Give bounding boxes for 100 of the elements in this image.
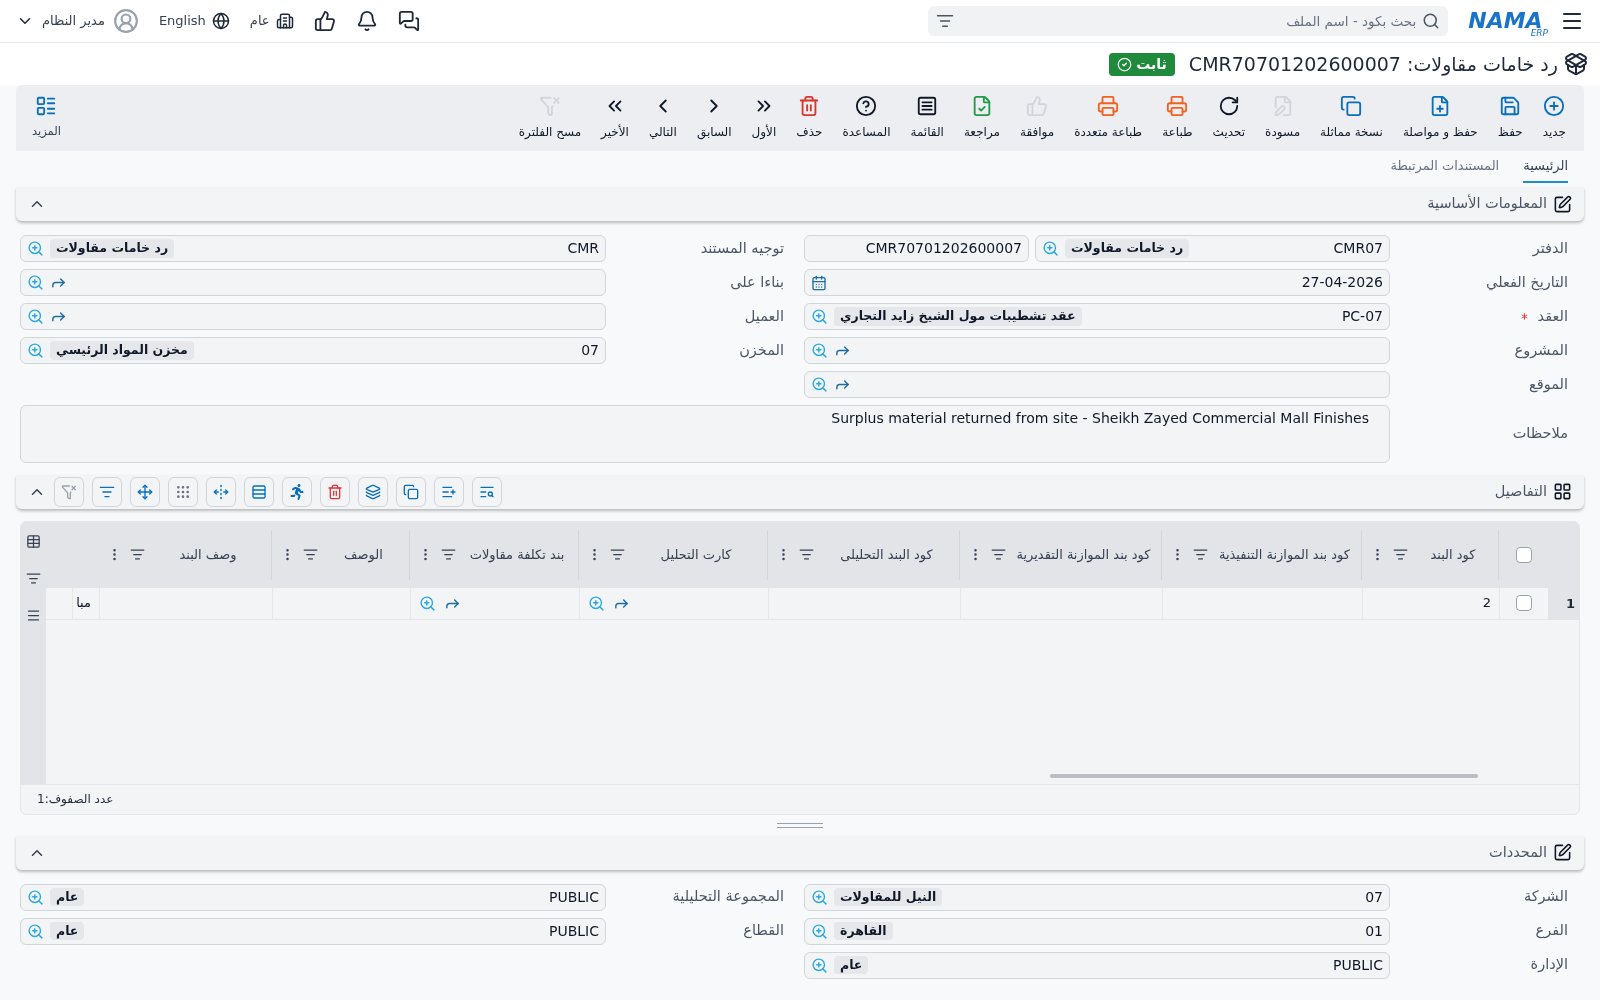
toolbar-button[interactable]: طباعة متعددة xyxy=(1064,95,1153,141)
column-header[interactable]: الوصف xyxy=(272,529,410,580)
filter-button[interactable] xyxy=(92,476,122,507)
toolbar-button[interactable]: السابق xyxy=(686,95,742,141)
toolbar-button[interactable]: حفظ xyxy=(1487,95,1533,141)
toolbar-button[interactable]: نسخة مماثلة xyxy=(1310,95,1393,141)
filter-icon[interactable] xyxy=(303,547,318,562)
toolbar-button[interactable]: حفظ و مواصلة xyxy=(1392,95,1488,141)
lookup-field[interactable] xyxy=(20,269,606,296)
table-icon[interactable] xyxy=(26,533,41,549)
chat-icon[interactable] xyxy=(397,10,420,32)
zoom-in-icon[interactable] xyxy=(27,922,44,940)
scope-link[interactable]: عام xyxy=(249,11,270,31)
toolbar-button[interactable]: الأخير xyxy=(591,95,639,141)
move-button[interactable] xyxy=(130,476,160,507)
column-header[interactable]: كود بند الموازنة التنفيذية xyxy=(1162,529,1362,580)
search-list-button[interactable] xyxy=(472,476,502,507)
zoom-in-icon[interactable] xyxy=(27,308,44,325)
more-button[interactable]: المزيد xyxy=(24,95,69,141)
layers-icon xyxy=(365,483,381,500)
unfold-button[interactable] xyxy=(206,476,236,507)
zoom-in-icon[interactable] xyxy=(27,274,44,291)
section-title: التفاصيل xyxy=(1494,481,1547,501)
toolbar-button[interactable]: القائمة xyxy=(900,95,954,141)
zoom-in-icon[interactable] xyxy=(811,922,828,940)
checkbox[interactable] xyxy=(1515,546,1532,563)
toolbar-button[interactable]: جديد xyxy=(1532,95,1576,141)
zoom-in-icon[interactable] xyxy=(811,376,828,393)
date-field[interactable]: 27-04-2026 xyxy=(804,269,1390,296)
thumbs-up-icon xyxy=(1026,95,1049,117)
list-plus-button[interactable] xyxy=(434,476,464,507)
column-header[interactable]: وصف البند xyxy=(99,529,272,580)
check-circle-icon xyxy=(1117,56,1133,72)
globe-icon[interactable] xyxy=(211,12,230,30)
row-number: 1 xyxy=(1548,587,1579,620)
tab[interactable]: الرئيسية xyxy=(1523,155,1568,183)
logo-subtitle: ERP xyxy=(1530,27,1548,40)
zoom-in-icon[interactable] xyxy=(27,240,44,257)
zoom-in-icon[interactable] xyxy=(419,594,436,612)
lookup-field[interactable] xyxy=(20,303,606,330)
zoom-in-icon[interactable] xyxy=(811,308,828,325)
toolbar-button[interactable]: التالي xyxy=(638,95,687,141)
number-field[interactable]: CMR70701202600007 xyxy=(804,235,1029,262)
filter-icon[interactable] xyxy=(610,547,625,562)
lookup-field[interactable] xyxy=(804,371,1390,398)
column-header[interactable]: كارت التحليل xyxy=(579,529,768,580)
rows-button[interactable] xyxy=(244,476,274,507)
value-tag: رد خامات مقاولات xyxy=(50,239,175,258)
toolbar-button[interactable]: الأول xyxy=(741,95,787,141)
toolbar-button[interactable]: مراجعة xyxy=(953,95,1010,141)
filter-icon[interactable] xyxy=(991,547,1006,562)
trash-icon xyxy=(798,95,821,117)
filter-icon[interactable] xyxy=(130,547,145,562)
dots-icon xyxy=(175,483,191,500)
resize-handle[interactable] xyxy=(777,822,823,828)
filter-icon[interactable] xyxy=(936,12,955,30)
toolbar-button[interactable]: المساعدة xyxy=(832,95,901,141)
unfold-icon xyxy=(213,483,229,500)
dots-button[interactable] xyxy=(168,476,198,507)
copy-button[interactable] xyxy=(396,476,426,507)
lookup-field[interactable] xyxy=(804,337,1390,364)
field-label: الإدارة xyxy=(1530,955,1568,975)
language-link[interactable]: English xyxy=(158,11,206,31)
checkbox[interactable] xyxy=(1516,595,1532,611)
layers-button[interactable] xyxy=(358,476,388,507)
user-name[interactable]: مدير النظام xyxy=(42,11,105,31)
filter-icon[interactable] xyxy=(1393,547,1408,562)
bell-icon[interactable] xyxy=(355,10,378,32)
filter-icon[interactable] xyxy=(799,547,814,562)
filter-icon[interactable] xyxy=(1193,547,1208,562)
avatar-icon[interactable] xyxy=(112,8,139,34)
toolbar-button[interactable]: طباعة xyxy=(1152,95,1203,141)
scrollbar[interactable] xyxy=(1050,773,1478,778)
zoom-in-icon[interactable] xyxy=(588,594,605,612)
search-field[interactable]: بحث بكود - اسم الملف xyxy=(928,6,1449,36)
column-header[interactable]: كود البند التحليلى xyxy=(768,529,960,580)
trash-button[interactable] xyxy=(320,476,350,507)
printer-icon xyxy=(1097,95,1120,117)
column-header[interactable]: كود البند xyxy=(1362,529,1499,580)
value-tag: عام xyxy=(50,921,85,941)
filter-icon[interactable] xyxy=(441,547,456,562)
column-header[interactable]: بند تكلفة مقاولات xyxy=(410,529,579,580)
zoom-in-icon[interactable] xyxy=(811,956,828,974)
zoom-in-icon[interactable] xyxy=(1042,240,1059,257)
toolbar-button[interactable]: تحديث xyxy=(1202,95,1256,141)
menu-icon[interactable] xyxy=(26,607,41,623)
calendar-icon[interactable] xyxy=(811,274,827,291)
thumbs-up-icon[interactable] xyxy=(313,10,336,32)
tab[interactable]: المستندات المرتبطة xyxy=(1390,155,1500,183)
toolbar-button[interactable]: حذف xyxy=(786,95,833,141)
zoom-in-icon[interactable] xyxy=(27,342,44,359)
zoom-in-icon[interactable] xyxy=(27,888,44,906)
zoom-in-icon[interactable] xyxy=(811,888,828,906)
notes-field[interactable]: Surplus material returned from site - Sheikh Zayed Commercial Mall Finishes xyxy=(20,404,1390,463)
column-header[interactable]: كود بند الموازنة التقديرية xyxy=(960,529,1162,580)
running-button[interactable] xyxy=(282,476,312,507)
building-icon[interactable] xyxy=(275,12,294,30)
row-count: عدد الصفوف:1 xyxy=(37,791,114,808)
filter-icon[interactable] xyxy=(26,570,41,586)
zoom-in-icon[interactable] xyxy=(811,342,828,359)
